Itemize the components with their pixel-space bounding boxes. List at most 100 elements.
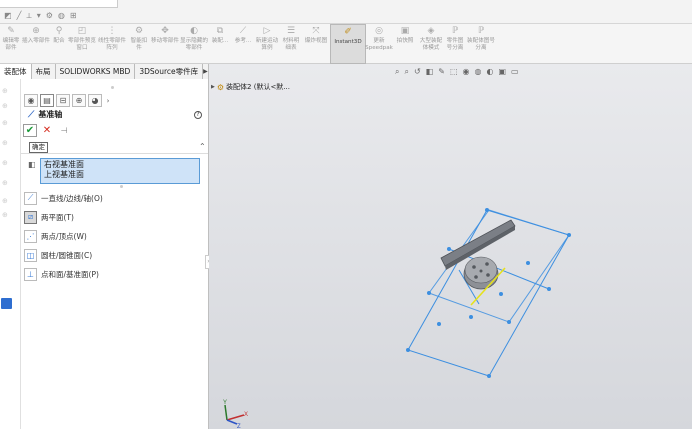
manager-tabs: ◉ ▤ ⊟ ⊕ ◕ ›: [24, 94, 124, 107]
option-line-edge-axis[interactable]: ⟋ 一直线/边线/轴(O): [24, 191, 103, 205]
ribbon-button[interactable]: ✥ 移动零部件: [150, 24, 180, 64]
faded-icon: ⊕: [2, 139, 8, 147]
solidworks-window: ◩ ╱ ⟂ ▾ ⚙ ◍ ⊞ ✎ 编辑零部件 ⊕ 插入零部件 ⚲ 配合 ◰ 零部件预览窗口 ⋮ 线性…: [0, 0, 692, 429]
selection-item[interactable]: 上视基准面: [44, 170, 196, 180]
left-strip: ⊕ ⊕ ⊕ ⊕ ⊕ ⊕ ⊕ ⊕: [0, 79, 20, 429]
selections-section-header[interactable]: 选择 ⌃: [21, 142, 209, 154]
option-cylinder-face[interactable]: ◫ 圆柱/圆锥面(C): [24, 248, 92, 262]
faded-icon: ⊕: [2, 87, 8, 95]
mate-icon: ⚲: [55, 26, 63, 37]
part-number-icon: ℙ: [451, 26, 459, 37]
faded-icon: ⊕: [2, 119, 8, 127]
model-scene[interactable]: Y X Z: [209, 64, 692, 429]
ribbon-button-label: 爆炸视图: [304, 38, 328, 44]
options-icon[interactable]: ⊞: [70, 11, 77, 20]
selection-item[interactable]: 右视基准面: [44, 160, 196, 170]
sketch-icon[interactable]: ◩: [4, 11, 12, 20]
ribbon-button-label: 新建运动算例: [255, 38, 279, 51]
faded-icon: ⊕: [2, 197, 8, 205]
ribbon-button-label: 材料明细表: [282, 38, 300, 51]
cylinder-face-icon: ◫: [24, 248, 37, 262]
insert-component-icon: ⊕: [32, 26, 40, 37]
selection-list[interactable]: 右视基准面 上视基准面: [40, 158, 200, 184]
ribbon-button[interactable]: ◐ 显示隐藏的零部件: [180, 24, 208, 64]
arrow-icon[interactable]: ▾: [37, 11, 41, 20]
faded-icon: ⊕: [2, 211, 8, 219]
svg-text:Z: Z: [237, 424, 241, 429]
help-icon[interactable]: ?: [194, 111, 202, 119]
ribbon-button-label: 零部件预览窗口: [68, 38, 96, 51]
line-icon[interactable]: ╱: [17, 11, 22, 20]
command-tabs: 装配体 布局 SOLIDWORKS MBD 3DSource零件库 ▶: [0, 64, 209, 79]
pin-icon[interactable]: ⊣: [57, 124, 71, 137]
settings-icon[interactable]: ⚙: [46, 11, 53, 20]
ribbon-button[interactable]: ☰ 材料明细表: [280, 24, 302, 64]
option-two-points[interactable]: ⋰ 两点/顶点(W): [24, 229, 87, 243]
ribbon-button-label: 插入零部件: [22, 38, 50, 44]
ribbon-button[interactable]: ✐ Instant3D: [330, 24, 366, 64]
cancel-button[interactable]: ✕: [40, 124, 54, 137]
feature-manager-icon[interactable]: ◉: [24, 94, 38, 107]
edit-component-icon: ✎: [7, 26, 15, 37]
configuration-manager-icon[interactable]: ⊟: [56, 94, 70, 107]
ok-button[interactable]: ✔: [23, 124, 37, 137]
large-assembly-icon: ◈: [427, 26, 435, 37]
display-manager-icon[interactable]: ◕: [88, 94, 102, 107]
ribbon-button[interactable]: ℙ 零件图号分离: [444, 24, 466, 64]
display-icon[interactable]: ◍: [58, 11, 65, 20]
ribbon-button[interactable]: ◎ 更新Speedpak: [365, 24, 393, 64]
ribbon-button[interactable]: ▣ 拍快照: [392, 24, 418, 64]
ribbon-button-label: 线性零部件阵列: [98, 38, 126, 51]
tab-layout[interactable]: 布局: [31, 64, 56, 79]
plane-select-icon: ◧: [28, 160, 36, 169]
option-two-planes[interactable]: ⧄ 两平面(T): [24, 210, 74, 224]
faded-icon: ⊕: [2, 102, 8, 110]
dim-expert-icon[interactable]: ⊕: [72, 94, 86, 107]
ribbon-button[interactable]: ⋮ 线性零部件阵列: [96, 24, 128, 64]
command-manager: ✎ 编辑零部件 ⊕ 插入零部件 ⚲ 配合 ◰ 零部件预览窗口 ⋮ 线性零部件阵列 ⚙ 智能扣件 ✥ 移动零…: [0, 24, 692, 64]
tab-assembly[interactable]: 装配体: [0, 64, 32, 79]
ribbon-button-label: 移动零部件: [151, 38, 179, 44]
ribbon-button[interactable]: ⟋ 参考...: [232, 24, 254, 64]
ribbon-button-label: 智能扣件: [130, 38, 148, 51]
ribbon-button[interactable]: ⚙ 智能扣件: [128, 24, 150, 64]
property-manager-icon[interactable]: ▤: [40, 94, 54, 107]
option-label: 两平面(T): [41, 212, 74, 222]
ribbon-button[interactable]: ⧉ 装配...: [208, 24, 232, 64]
more-tabs-icon[interactable]: ›: [104, 94, 112, 107]
snapshot-icon: ▣: [400, 26, 410, 37]
dimension-icon[interactable]: ⟂: [26, 11, 31, 21]
chevron-up-icon[interactable]: ⌃: [199, 142, 206, 151]
feature-title-text: 基准轴: [38, 110, 63, 119]
ribbon-button[interactable]: ⤧ 爆炸视图: [302, 24, 330, 64]
ribbon-button[interactable]: ◈ 大型装配体模式: [418, 24, 444, 64]
selected-tool-icon[interactable]: [1, 298, 12, 309]
ribbon-button-label: 装配...: [211, 38, 229, 44]
ribbon-button[interactable]: ✎ 编辑零部件: [0, 24, 22, 64]
ok-tooltip: 确定: [29, 142, 48, 153]
title-bar: ◩ ╱ ⟂ ▾ ⚙ ◍ ⊞: [0, 0, 692, 24]
disc-part[interactable]: [463, 256, 499, 290]
ribbon-button[interactable]: ⊕ 插入零部件: [22, 24, 50, 64]
tab-3dsource[interactable]: 3DSource零件库: [135, 64, 204, 79]
ribbon-button-label: 装配体图号分离: [467, 38, 495, 51]
graphics-area[interactable]: ⌕ ⌕ ↺ ◧ ✎ ⬚ ◉ ◍ ◐ ▣ ▭ ▶ ⚙ 装配体2 (默认<默...: [209, 64, 692, 429]
resize-grip[interactable]: [120, 185, 123, 188]
move-component-icon: ✥: [161, 26, 169, 37]
ribbon-button-label: 更新Speedpak: [365, 38, 393, 51]
line-edge-axis-icon: ⟋: [24, 191, 37, 205]
option-point-face[interactable]: ⊥ 点和面/基准面(P): [24, 267, 99, 281]
speedpak-icon: ◎: [375, 26, 383, 37]
ribbon-button[interactable]: ℙ 装配体图号分离: [466, 24, 496, 64]
smart-fastener-icon: ⚙: [134, 26, 144, 37]
instant3d-icon: ✐: [344, 27, 352, 38]
component-preview-icon: ◰: [77, 26, 87, 37]
svg-text:Y: Y: [223, 400, 227, 406]
ribbon-button-label: 参考...: [234, 38, 252, 44]
option-label: 两点/顶点(W): [41, 231, 87, 241]
ribbon-button[interactable]: ⚲ 配合: [50, 24, 68, 64]
property-manager: ◉ ▤ ⊟ ⊕ ◕ › ⟋ 基准轴 ? ✔ ✕ ⊣ 选择 ⌃ 确定 ◧ 右视基准…: [20, 79, 209, 429]
ribbon-button[interactable]: ◰ 零部件预览窗口: [68, 24, 96, 64]
ribbon-button[interactable]: ▷ 新建运动算例: [254, 24, 280, 64]
tab-mbd[interactable]: SOLIDWORKS MBD: [55, 64, 136, 79]
